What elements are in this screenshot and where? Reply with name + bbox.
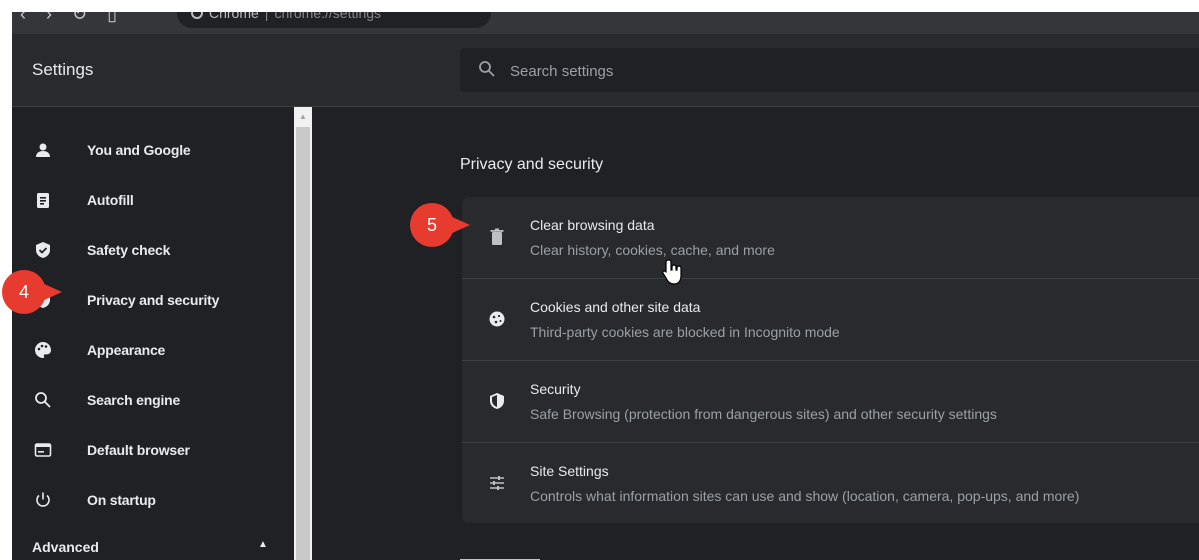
sidebar-item-label: Default browser bbox=[87, 442, 190, 458]
sidebar-item-appearance[interactable]: Appearance bbox=[12, 327, 294, 373]
main-content: Privacy and security Clear browsing data… bbox=[312, 107, 1199, 560]
row-subtitle: Third-party cookies are blocked in Incog… bbox=[530, 324, 840, 340]
sidebar-item-label: Appearance bbox=[87, 342, 166, 358]
chrome-window: ‹ › ↻ ▯ Chrome | chrome://settings Setti… bbox=[12, 12, 1199, 560]
scroll-up-icon[interactable]: ▲ bbox=[294, 107, 312, 125]
sidebar-item-label: Search engine bbox=[87, 392, 181, 408]
sidebar-item-search-engine[interactable]: Search engine bbox=[12, 377, 294, 423]
page-title: Settings bbox=[32, 60, 94, 79]
sidebar-item-label: Privacy and security bbox=[87, 292, 220, 308]
row-clear-browsing-data[interactable]: Clear browsing data Clear history, cooki… bbox=[462, 197, 1199, 278]
callout-step-4: 4 bbox=[2, 270, 62, 314]
omnibox-site: Chrome bbox=[209, 12, 259, 21]
shield-check-icon bbox=[36, 242, 50, 258]
sidebar: You and Google Autofill Safety check Pri… bbox=[12, 107, 294, 560]
section-title: Privacy and security bbox=[460, 156, 604, 173]
power-icon bbox=[36, 492, 50, 507]
search-input[interactable] bbox=[508, 59, 1152, 83]
sliders-icon bbox=[490, 476, 504, 490]
sidebar-item-label: Safety check bbox=[87, 242, 171, 258]
sidebar-item-you-and-google[interactable]: You and Google bbox=[12, 127, 294, 173]
sidebar-item-label: On startup bbox=[87, 492, 156, 508]
nav-buttons: ‹ › ↻ ▯ bbox=[20, 12, 117, 25]
sidebar-scrollbar[interactable]: ▲ bbox=[294, 107, 312, 560]
sidebar-item-safety-check[interactable]: Safety check bbox=[12, 227, 294, 273]
next-section-title-cutoff bbox=[460, 547, 540, 560]
omnibox-url: chrome://settings bbox=[274, 12, 382, 21]
sidebar-item-label: Autofill bbox=[87, 192, 134, 208]
sidebar-item-on-startup[interactable]: On startup bbox=[12, 477, 294, 523]
address-bar[interactable]: Chrome | chrome://settings bbox=[177, 12, 491, 28]
row-title: Clear browsing data bbox=[530, 217, 655, 233]
row-site-settings[interactable]: Site Settings Controls what information … bbox=[462, 442, 1199, 524]
chevron-up-icon: ▲ bbox=[258, 539, 268, 550]
settings-header: Settings bbox=[12, 34, 1199, 107]
forward-icon[interactable]: › bbox=[46, 12, 52, 25]
hand-cursor-icon bbox=[662, 259, 682, 285]
trash-icon bbox=[490, 228, 504, 245]
advanced-label: Advanced bbox=[32, 539, 99, 555]
callout-step-5: 5 bbox=[410, 203, 470, 247]
search-icon bbox=[479, 61, 495, 77]
row-cookies[interactable]: Cookies and other site data Third-party … bbox=[462, 278, 1199, 360]
secure-icon bbox=[191, 12, 203, 19]
row-title: Site Settings bbox=[530, 463, 609, 479]
search-icon bbox=[35, 392, 51, 408]
row-subtitle: Clear history, cookies, cache, and more bbox=[530, 242, 775, 258]
row-subtitle: Controls what information sites can use … bbox=[530, 488, 1080, 504]
person-icon bbox=[36, 143, 50, 157]
sidebar-item-label: You and Google bbox=[87, 142, 191, 158]
back-icon[interactable]: ‹ bbox=[20, 12, 26, 25]
row-title: Security bbox=[530, 381, 581, 397]
browser-window-icon bbox=[34, 443, 52, 457]
sidebar-item-default-browser[interactable]: Default browser bbox=[12, 427, 294, 473]
search-box[interactable] bbox=[460, 48, 1199, 92]
browser-toolbar: ‹ › ↻ ▯ Chrome | chrome://settings bbox=[12, 12, 1199, 34]
home-icon[interactable]: ▯ bbox=[107, 12, 117, 25]
row-subtitle: Safe Browsing (protection from dangerous… bbox=[530, 406, 997, 422]
scrollbar-thumb[interactable] bbox=[296, 127, 310, 560]
cookie-icon bbox=[489, 311, 505, 327]
reload-icon[interactable]: ↻ bbox=[72, 12, 87, 25]
palette-icon bbox=[35, 342, 51, 358]
row-title: Cookies and other site data bbox=[530, 299, 701, 315]
privacy-card: Clear browsing data Clear history, cooki… bbox=[462, 197, 1199, 523]
clipboard-icon bbox=[37, 193, 49, 208]
shield-lock-icon bbox=[490, 393, 504, 409]
sidebar-item-autofill[interactable]: Autofill bbox=[12, 177, 294, 223]
sidebar-advanced-toggle[interactable]: Advanced ▲ bbox=[12, 533, 294, 560]
row-security[interactable]: Security Safe Browsing (protection from … bbox=[462, 360, 1199, 442]
omnibox-separator: | bbox=[264, 12, 269, 21]
